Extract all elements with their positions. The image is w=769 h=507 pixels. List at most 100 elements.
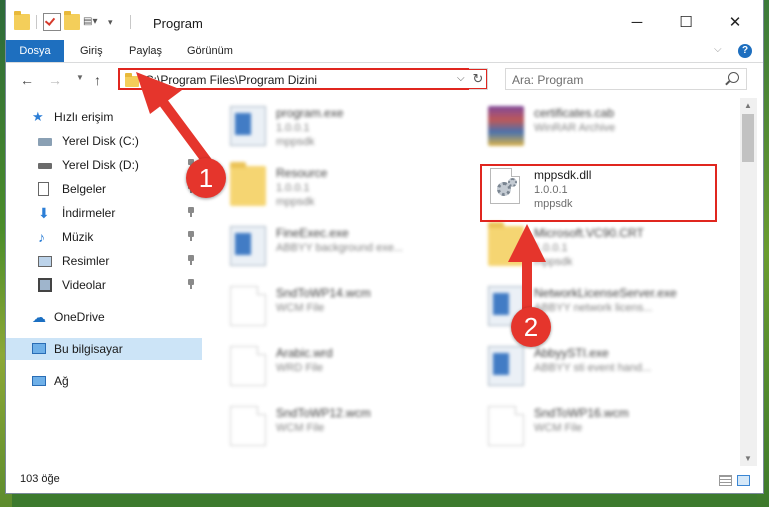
help-icon[interactable]: ? <box>738 44 752 58</box>
file-name: SndToWP16.wcm <box>534 406 629 420</box>
tab-home[interactable]: Giriş <box>80 40 103 62</box>
file-item[interactable]: program.exe 1.0.0.1 mppsdk <box>220 98 456 154</box>
file-item[interactable]: AbbyySTI.exe ABBYY sti event hand... <box>478 338 714 394</box>
file-detail: WCM File <box>534 422 583 434</box>
file-name: Arabic.wrd <box>276 346 333 360</box>
scroll-up-icon[interactable]: ▲ <box>744 101 752 110</box>
sidebar-item-documents[interactable]: Belgeler <box>6 178 202 200</box>
annotation-badge-1: 1 <box>186 158 226 198</box>
recent-locations-button[interactable]: ▼ <box>76 73 84 82</box>
file-item[interactable]: SndToWP16.wcm WCM File <box>478 398 714 454</box>
sidebar-item-label: Yerel Disk (C:) <box>62 134 139 148</box>
toolbar-divider <box>36 15 37 29</box>
file-list: program.exe 1.0.0.1 mppsdk certificates.… <box>220 98 750 463</box>
file-detail: WCM File <box>276 422 325 434</box>
file-item[interactable]: SndToWP14.wcm WCM File <box>220 278 456 334</box>
file-item[interactable]: Resource 1.0.0.1 mppsdk <box>220 158 456 214</box>
quick-access-toolbar: ▤▾ ▾ <box>14 11 134 32</box>
computer-icon <box>32 343 46 354</box>
expand-ribbon-icon[interactable]: ⌵ <box>714 44 722 55</box>
file-name: Resource <box>276 166 328 180</box>
sidebar-item-this-pc[interactable]: Bu bilgisayar <box>6 338 202 360</box>
file-name: AbbyySTI.exe <box>534 346 609 360</box>
sidebar-item-label: Hızlı erişim <box>54 110 114 124</box>
file-detail: mppsdk <box>276 136 315 148</box>
folder-icon <box>488 222 524 266</box>
tiles-view-icon[interactable] <box>737 475 750 486</box>
archive-icon <box>488 106 524 146</box>
address-path[interactable]: C:\Program Files\Program Dizini <box>145 73 317 87</box>
sidebar-item-music[interactable]: ♪ Müzik <box>6 226 202 248</box>
sidebar-item-quick-access[interactable]: ★ Hızlı erişim <box>6 106 202 128</box>
minimize-button[interactable]: ─ <box>614 8 660 36</box>
details-view-icon[interactable] <box>719 475 732 486</box>
maximize-button[interactable]: ☐ <box>663 8 709 36</box>
sidebar-item-label: Resimler <box>62 254 110 268</box>
pin-icon[interactable] <box>188 207 194 217</box>
file-name: SndToWP12.wcm <box>276 406 371 420</box>
pictures-icon <box>38 256 52 267</box>
pin-icon[interactable] <box>188 231 194 241</box>
close-button[interactable]: ✕ <box>712 8 758 36</box>
properties-icon[interactable] <box>43 13 61 31</box>
file-name: Microsoft.VC90.CRT <box>534 226 644 240</box>
document-icon <box>230 406 266 446</box>
sidebar-item-label: Belgeler <box>62 182 107 196</box>
file-name: FineExec.exe <box>276 226 349 240</box>
sidebar-item-local-disk-c[interactable]: Yerel Disk (C:) <box>6 130 202 152</box>
sidebar-item-onedrive[interactable]: ☁ OneDrive <box>6 306 202 328</box>
scrollbar-thumb[interactable] <box>742 114 754 162</box>
back-button[interactable]: ← <box>20 72 34 88</box>
sidebar-item-label: Bu bilgisayar <box>54 342 123 356</box>
sidebar-item-downloads[interactable]: ⬇ İndirmeler <box>6 202 202 224</box>
address-dropdown-icon[interactable]: ⌵ <box>457 73 465 84</box>
file-item[interactable]: Microsoft.VC90.CRT 1.0.0.1 mppsdk <box>478 218 714 274</box>
file-name: SndToWP14.wcm <box>276 286 371 300</box>
new-folder-icon[interactable] <box>64 11 80 30</box>
highlight-box-mppsdk <box>480 164 717 222</box>
customize-toolbar-icon[interactable]: ▾ <box>108 14 124 30</box>
pin-icon[interactable] <box>188 135 194 145</box>
pin-icon[interactable] <box>188 255 194 265</box>
search-input[interactable]: Ara: Program <box>505 68 747 90</box>
view-options-icon[interactable]: ▤▾ <box>83 14 105 30</box>
search-icon[interactable] <box>728 72 739 83</box>
file-detail: WCM File <box>276 302 325 314</box>
refresh-button[interactable]: ↻ <box>469 68 488 90</box>
document-icon <box>230 346 266 386</box>
scroll-down-icon[interactable]: ▼ <box>744 454 752 463</box>
sidebar-item-pictures[interactable]: Resimler <box>6 250 202 272</box>
vertical-scrollbar[interactable]: ▲ ▼ <box>740 98 757 466</box>
address-bar[interactable]: C:\Program Files\Program Dizini ⌵ <box>118 68 488 90</box>
sidebar-item-local-disk-d[interactable]: Yerel Disk (D:) <box>6 154 202 176</box>
file-detail: WinRAR Archive <box>534 122 616 134</box>
sidebar-item-videos[interactable]: Videolar <box>6 274 202 296</box>
tab-file[interactable]: Dosya <box>6 40 64 62</box>
sidebar-item-label: Videolar <box>62 278 106 292</box>
file-detail: ABBYY network licens... <box>534 302 653 314</box>
file-detail: mppsdk <box>276 196 315 208</box>
sidebar-item-label: OneDrive <box>54 310 105 324</box>
up-button[interactable]: ↑ <box>94 72 101 88</box>
navigation-pane: ★ Hızlı erişim Yerel Disk (C:) Yerel Dis… <box>6 98 204 463</box>
file-detail: ABBYY background exe... <box>276 242 403 254</box>
ribbon-tabs: Dosya Giriş Paylaş Görünüm ⌵ ? <box>6 40 763 63</box>
pin-icon[interactable] <box>188 279 194 289</box>
file-item[interactable]: FineExec.exe ABBYY background exe... <box>220 218 456 274</box>
file-detail: 1.0.0.1 <box>276 122 310 134</box>
file-item[interactable]: Arabic.wrd WRD File <box>220 338 456 394</box>
folder-icon <box>125 73 139 87</box>
forward-button[interactable]: → <box>48 72 62 88</box>
sidebar-item-network[interactable]: Ağ <box>6 370 202 392</box>
application-icon <box>230 226 266 266</box>
document-icon <box>230 286 266 326</box>
documents-icon <box>38 182 49 196</box>
drive-icon <box>38 138 52 146</box>
file-name: program.exe <box>276 106 344 120</box>
folder-icon <box>14 11 30 30</box>
tab-view[interactable]: Görünüm <box>187 40 233 62</box>
file-item[interactable]: SndToWP12.wcm WCM File <box>220 398 456 454</box>
tab-share[interactable]: Paylaş <box>129 40 162 62</box>
file-item[interactable]: certificates.cab WinRAR Archive <box>478 98 714 154</box>
videos-icon <box>38 278 52 292</box>
